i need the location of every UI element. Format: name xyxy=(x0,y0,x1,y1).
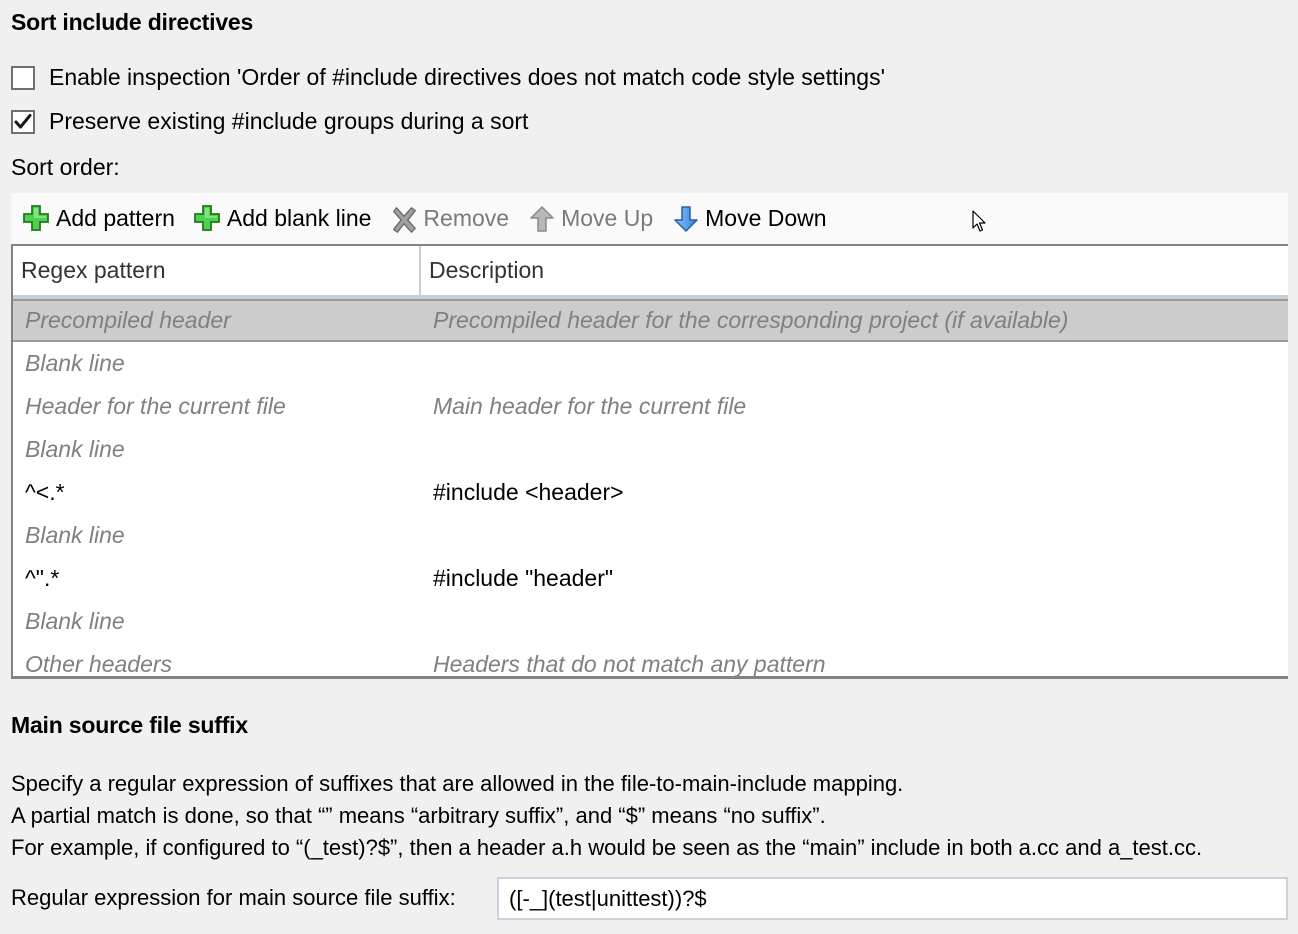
remove-button[interactable]: Remove xyxy=(389,204,509,234)
add-pattern-label: Add pattern xyxy=(56,205,175,231)
table-row[interactable]: Other headers Headers that do not match … xyxy=(13,643,1288,686)
description-line: For example, if configured to “(_test)?$… xyxy=(11,835,1203,860)
column-header-regex-pattern[interactable]: Regex pattern xyxy=(13,246,421,295)
table-row[interactable]: Header for the current file Main header … xyxy=(13,385,1288,428)
sort-order-label: Sort order: xyxy=(11,154,120,180)
add-blank-line-label: Add blank line xyxy=(226,205,372,231)
description-cell: #include "header" xyxy=(433,565,614,591)
remove-x-icon xyxy=(389,204,419,234)
pattern-cell: ^<.* xyxy=(25,479,65,505)
table-row[interactable]: Blank line xyxy=(13,342,1288,385)
enable-inspection-label: Enable inspection 'Order of #include dir… xyxy=(49,64,885,90)
description-line: A partial match is done, so that “” mean… xyxy=(11,803,826,828)
description-cell: Precompiled header for the corresponding… xyxy=(433,307,1069,333)
sort-order-table: Regex pattern Description Precompiled he… xyxy=(11,244,1288,679)
description-cell: #include <header> xyxy=(433,479,624,505)
move-down-label: Move Down xyxy=(705,205,827,231)
move-down-button[interactable]: Move Down xyxy=(671,204,827,234)
add-pattern-button[interactable]: Add pattern xyxy=(22,204,175,234)
table-row[interactable]: Blank line xyxy=(13,514,1288,557)
table-row[interactable]: Precompiled header Precompiled header fo… xyxy=(13,299,1288,342)
table-row[interactable]: Blank line xyxy=(13,428,1288,471)
preserve-groups-checkbox[interactable] xyxy=(11,109,35,134)
enable-inspection-checkbox[interactable] xyxy=(11,65,35,90)
pattern-cell: Blank line xyxy=(25,522,125,548)
table-body: Precompiled header Precompiled header fo… xyxy=(13,299,1288,686)
pattern-cell: Blank line xyxy=(25,436,125,462)
description-line: Specify a regular expression of suffixes… xyxy=(11,771,904,796)
preserve-groups-label: Preserve existing #include groups during… xyxy=(49,108,529,134)
checkmark-icon xyxy=(14,113,32,128)
preserve-groups-option[interactable]: Preserve existing #include groups during… xyxy=(11,108,528,135)
suffix-description: Specify a regular expression of suffixes… xyxy=(11,768,1202,864)
pattern-cell: Blank line xyxy=(25,350,125,376)
suffix-section-title: Main source file suffix xyxy=(11,712,248,738)
suffix-regex-label: Regular expression for main source file … xyxy=(11,885,456,910)
arrow-up-icon xyxy=(527,204,557,234)
pattern-cell: ^".* xyxy=(25,565,60,591)
enable-inspection-option[interactable]: Enable inspection 'Order of #include dir… xyxy=(11,64,885,91)
pattern-cell: Other headers xyxy=(25,651,173,677)
arrow-down-icon xyxy=(671,204,701,234)
pattern-cell: Blank line xyxy=(25,608,125,634)
sort-order-toolbar: Add pattern Add blank line Remove Move U… xyxy=(11,193,1288,244)
description-cell: Headers that do not match any pattern xyxy=(433,651,826,677)
add-blank-line-button[interactable]: Add blank line xyxy=(193,204,372,234)
move-up-label: Move Up xyxy=(561,205,654,231)
remove-label: Remove xyxy=(423,205,510,231)
pattern-cell: Header for the current file xyxy=(25,393,286,419)
plus-icon xyxy=(193,204,223,234)
pattern-cell: Precompiled header xyxy=(25,307,231,333)
table-header: Regex pattern Description xyxy=(13,246,1288,299)
mouse-cursor-icon xyxy=(972,210,988,239)
move-up-button[interactable]: Move Up xyxy=(527,204,653,234)
plus-icon xyxy=(22,204,52,234)
suffix-regex-input[interactable] xyxy=(497,877,1288,920)
sort-section-title: Sort include directives xyxy=(11,9,254,35)
description-cell: Main header for the current file xyxy=(433,393,747,419)
table-row[interactable]: Blank line xyxy=(13,600,1288,643)
table-row[interactable]: ^<.* #include <header> xyxy=(13,471,1288,514)
table-row[interactable]: ^".* #include "header" xyxy=(13,557,1288,600)
column-header-description[interactable]: Description xyxy=(421,246,1288,295)
